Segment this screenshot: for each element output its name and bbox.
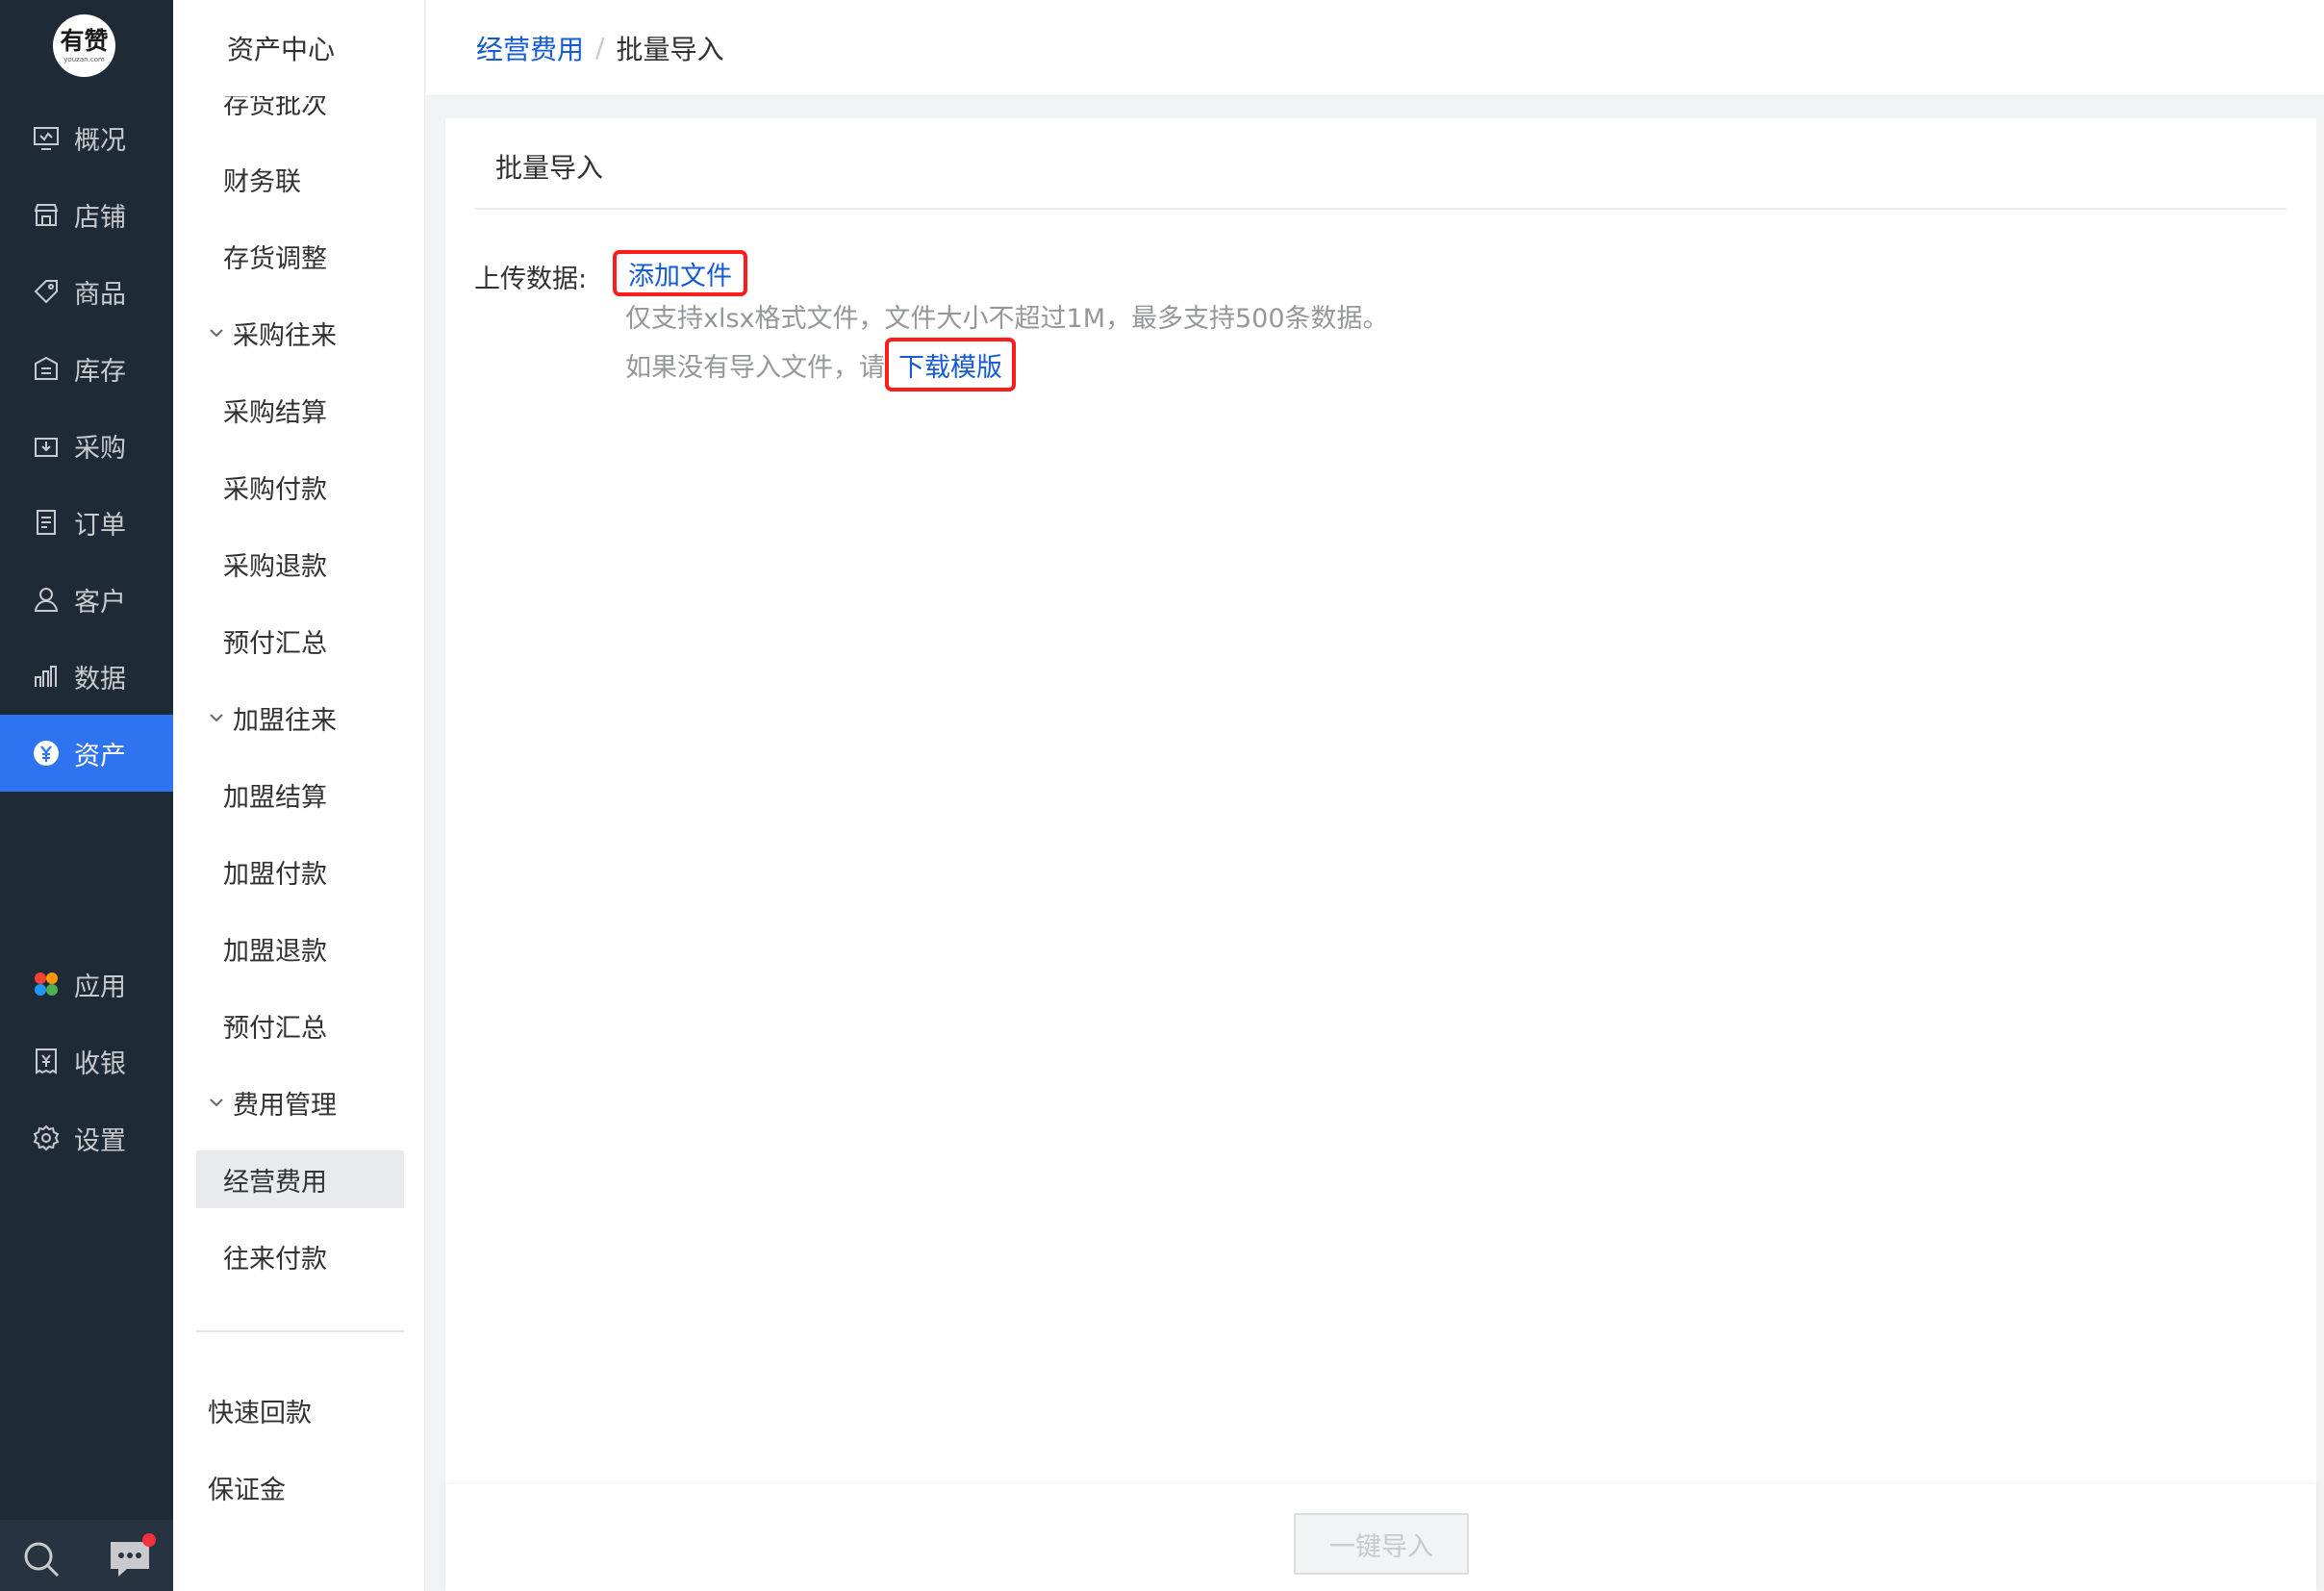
- store-icon: [32, 200, 61, 229]
- sidebar-item-label: 往来付款: [223, 1244, 327, 1275]
- sidebar-item-label: 采购结算: [223, 397, 327, 428]
- one-click-import-button[interactable]: 一键导入: [1294, 1513, 1469, 1575]
- logo-text: 有赞: [60, 27, 109, 55]
- breadcrumb-separator: /: [595, 32, 605, 63]
- warehouse-icon: [32, 354, 61, 383]
- sidebar-item-purchase-settlement[interactable]: 采购结算: [196, 381, 404, 439]
- purchase-icon: [32, 431, 61, 460]
- nav-item-cashier[interactable]: 收银: [0, 1023, 173, 1099]
- download-template-link[interactable]: 下载模版: [885, 338, 1016, 391]
- sidebar-group-purchase[interactable]: 采购往来: [196, 304, 404, 362]
- nav-bottom-bar: [0, 1520, 173, 1591]
- tag-icon: [32, 277, 61, 306]
- nav-label: 商品: [74, 279, 126, 310]
- data-chart-icon: [32, 662, 61, 691]
- sidebar-item-franchise-refund[interactable]: 加盟退款: [196, 920, 404, 977]
- nav-label: 店铺: [74, 202, 126, 233]
- nav-label: 应用: [74, 972, 126, 1002]
- sidebar-item-prepay-summary[interactable]: 预付汇总: [196, 612, 404, 669]
- sidebar-item-purchase-refund[interactable]: 采购退款: [196, 535, 404, 593]
- sidebar-group-franchise[interactable]: 加盟往来: [196, 689, 404, 746]
- gear-icon: [32, 1124, 61, 1152]
- breadcrumb-link-operating-expense[interactable]: 经营费用: [476, 29, 584, 67]
- breadcrumb: 经营费用 / 批量导入: [426, 0, 2324, 96]
- nav-item-orders[interactable]: 订单: [0, 484, 173, 561]
- sidebar-group-label: 费用管理: [233, 1090, 337, 1121]
- nav-label: 库存: [74, 356, 126, 387]
- nav-item-data[interactable]: 数据: [0, 638, 173, 715]
- sidebar-item-operating-expense[interactable]: 经营费用: [196, 1150, 404, 1208]
- sidebar-item-franchise-payment[interactable]: 加盟付款: [196, 843, 404, 900]
- nav-item-overview[interactable]: 概况: [0, 99, 173, 176]
- add-file-link[interactable]: 添加文件: [613, 250, 747, 296]
- title-divider: [474, 208, 2286, 210]
- nav-item-inventory[interactable]: 库存: [0, 330, 173, 407]
- sidebar-item-franchise-settlement[interactable]: 加盟结算: [196, 766, 404, 823]
- page-title: 批量导入: [495, 152, 604, 184]
- sidebar-item-inventory-adjust[interactable]: 存货调整: [196, 227, 404, 285]
- order-icon: [32, 508, 61, 537]
- sidebar-item-label: 保证金: [208, 1475, 286, 1505]
- nav-item-assets[interactable]: 资产: [0, 715, 173, 792]
- sidebar-item-label: 加盟结算: [223, 782, 327, 813]
- nav-label: 收银: [74, 1048, 126, 1079]
- sidebar-group-expense[interactable]: 费用管理: [196, 1073, 404, 1131]
- upload-data-label: 上传数据:: [474, 265, 588, 294]
- batch-import-card: 批量导入 上传数据: 添加文件 仅支持xlsx格式文件，文件大小不超过1M，最多…: [445, 118, 2316, 1484]
- sidebar-item-purchase-payment[interactable]: 采购付款: [196, 458, 404, 516]
- nav-label: 采购: [74, 433, 126, 464]
- nav-item-store[interactable]: 店铺: [0, 176, 173, 253]
- chevron-down-icon: [208, 1094, 225, 1111]
- customer-icon: [32, 585, 61, 614]
- sidebar-item-franchise-prepay-summary[interactable]: 预付汇总: [196, 997, 404, 1054]
- nav-label: 概况: [74, 125, 126, 156]
- breadcrumb-current: 批量导入: [616, 33, 724, 65]
- chat-icon[interactable]: [108, 1533, 156, 1579]
- sidebar-item-label: 财务联: [223, 166, 301, 197]
- sidebar-group-label: 加盟往来: [233, 705, 337, 736]
- nav-label: 设置: [74, 1125, 126, 1156]
- upload-format-hint: 仅支持xlsx格式文件，文件大小不超过1M，最多支持500条数据。: [625, 304, 1389, 334]
- sidebar-item-label: 快速回款: [208, 1398, 312, 1428]
- search-icon[interactable]: [21, 1539, 62, 1579]
- nav-label: 订单: [74, 510, 126, 541]
- asset-center-sidebar: 资产中心 存货批次 财务联 存货调整 采购往来 采购结算 采购付款 采购退款 预…: [173, 0, 425, 1591]
- action-bar: 一键导入: [445, 1484, 2316, 1591]
- overview-icon: [32, 123, 61, 152]
- nav-item-apps[interactable]: 应用: [0, 946, 173, 1023]
- sidebar-item-label: 采购退款: [223, 551, 327, 582]
- sidebar-item-label: 加盟付款: [223, 859, 327, 890]
- logo-subtext: youzan.com: [63, 56, 105, 63]
- sidebar-item-quick-collection[interactable]: 快速回款: [196, 1381, 404, 1439]
- sidebar-item-label: 存货调整: [223, 243, 327, 274]
- sidebar-item-finance-link[interactable]: 财务联: [196, 150, 404, 208]
- sidebar-group-label: 采购往来: [233, 320, 337, 351]
- main-nav: 有赞 youzan.com 概况 店铺 商品 库存 采购 订单 客户 数据 资产…: [0, 0, 173, 1591]
- nav-label: 资产: [74, 741, 126, 771]
- sidebar-item-account-payment[interactable]: 往来付款: [196, 1227, 404, 1285]
- sidebar-item-label: 预付汇总: [223, 1013, 327, 1044]
- template-hint: 如果没有导入文件，请 下载模版: [625, 338, 1016, 391]
- nav-item-customers[interactable]: 客户: [0, 561, 173, 638]
- sidebar-item-label: 加盟退款: [223, 936, 327, 967]
- youzan-logo[interactable]: 有赞 youzan.com: [53, 14, 115, 77]
- nav-label: 数据: [74, 664, 126, 694]
- template-hint-text: 如果没有导入文件，请: [625, 352, 885, 383]
- sidebar-item-deposit[interactable]: 保证金: [196, 1458, 404, 1516]
- yuan-icon: [32, 739, 61, 768]
- apps-icon: [32, 970, 61, 998]
- sidebar-divider: [196, 1330, 404, 1332]
- sidebar-item-label: 经营费用: [223, 1167, 327, 1198]
- sidebar-item-label: 采购付款: [223, 474, 327, 505]
- notification-dot: [142, 1533, 156, 1547]
- nav-label: 客户: [74, 587, 126, 618]
- nav-item-purchase[interactable]: 采购: [0, 407, 173, 484]
- nav-item-settings[interactable]: 设置: [0, 1099, 173, 1176]
- nav-item-goods[interactable]: 商品: [0, 253, 173, 330]
- chevron-down-icon: [208, 709, 225, 726]
- cashier-icon: [32, 1047, 61, 1075]
- chevron-down-icon: [208, 324, 225, 341]
- sidebar-title: 资产中心: [173, 0, 424, 96]
- sidebar-item-label: 预付汇总: [223, 628, 327, 659]
